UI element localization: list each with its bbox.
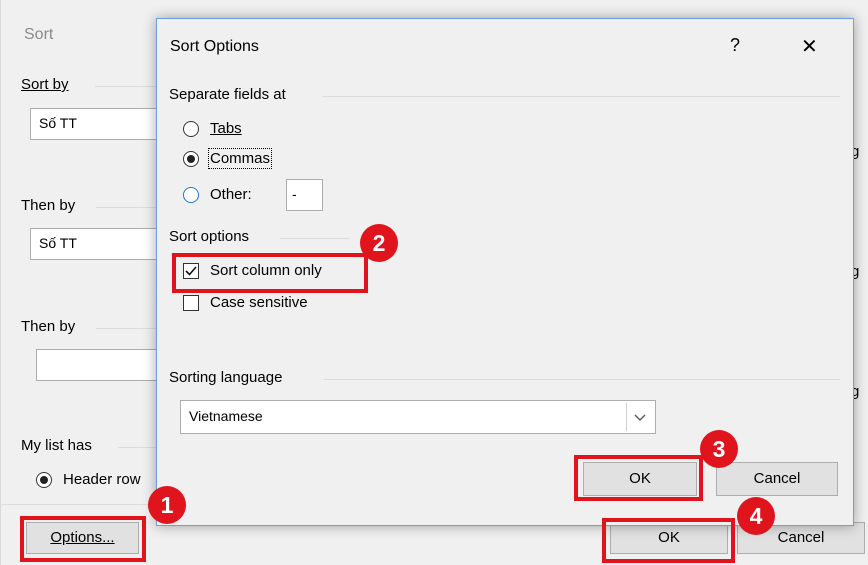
tabs-label-text: Tabs <box>210 120 242 137</box>
sorting-language-value: Vietnamese <box>189 408 263 424</box>
sort-options-title: Sort Options <box>170 38 259 55</box>
tabs-label: Tabs <box>210 120 242 137</box>
case-sensitive-checkbox[interactable] <box>183 295 199 311</box>
highlight-sort-column-only <box>172 253 368 293</box>
step-badge-1: 1 <box>148 486 186 524</box>
then-by-select-1[interactable]: Số TT <box>30 228 160 260</box>
then-by-label-1: Then by <box>21 197 76 214</box>
sort-options-cancel-button[interactable]: Cancel <box>716 462 838 496</box>
close-icon[interactable]: ✕ <box>801 34 818 59</box>
sorting-language-label: Sorting language <box>169 369 283 386</box>
case-sensitive-label: Case sensitive <box>210 294 308 311</box>
separate-fields-label: Separate fields at <box>169 86 286 103</box>
divider <box>0 504 156 505</box>
commas-radio[interactable] <box>183 151 199 167</box>
help-icon[interactable]: ? <box>730 35 740 56</box>
other-radio[interactable] <box>183 187 199 203</box>
divider <box>96 207 156 208</box>
divider <box>324 379 840 380</box>
divider <box>322 96 840 97</box>
step-badge-3: 3 <box>700 430 738 468</box>
other-label: Other: <box>210 186 252 203</box>
sort-by-label-text: Sort by <box>21 76 69 93</box>
sort-by-select[interactable]: Số TT <box>30 108 160 140</box>
highlight-sort-ok <box>602 518 735 563</box>
sorting-language-select[interactable]: Vietnamese <box>180 400 656 434</box>
my-list-has-label: My list has <box>21 437 92 454</box>
header-row-label: Header row <box>63 471 141 488</box>
header-row-radio[interactable] <box>36 472 52 488</box>
other-separator-input[interactable]: - <box>286 179 323 211</box>
then-by-label-2: Then by <box>21 318 76 335</box>
divider <box>96 328 156 329</box>
divider <box>118 447 156 448</box>
commas-label: Commas <box>207 148 273 169</box>
then-by-select-2[interactable] <box>36 349 160 381</box>
chevron-down-glyph <box>634 414 646 421</box>
step-badge-4: 4 <box>737 497 775 535</box>
divider <box>95 86 157 87</box>
step-badge-2: 2 <box>360 224 398 262</box>
chevron-down-icon[interactable] <box>626 403 653 431</box>
tabs-radio[interactable] <box>183 121 199 137</box>
sort-options-label: Sort options <box>169 228 250 245</box>
highlight-options-button <box>20 516 146 562</box>
sort-dialog-title: Sort <box>24 26 54 43</box>
divider <box>280 238 350 239</box>
sort-by-label: Sort by <box>21 76 69 93</box>
highlight-dialog-ok <box>574 455 703 501</box>
